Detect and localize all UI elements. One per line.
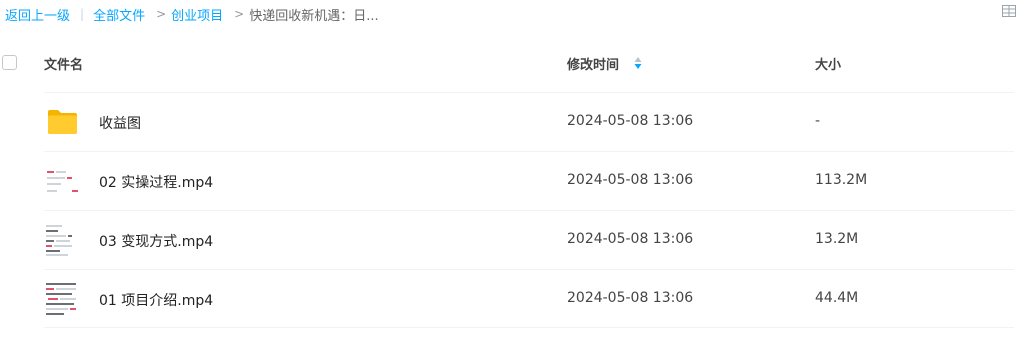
- column-header-time[interactable]: 修改时间: [567, 54, 619, 73]
- breadcrumb-current: 快递回收新机遇：日...: [249, 8, 379, 24]
- breadcrumb: 返回上一级 | 全部文件 > 创业项目 > 快递回收新机遇：日...: [5, 4, 379, 24]
- file-size: 44.4M: [815, 290, 859, 306]
- back-link[interactable]: 返回上一级: [5, 5, 70, 24]
- folder-icon: [48, 110, 77, 134]
- column-header-size: 大小: [815, 58, 842, 73]
- table-row[interactable]: 02 实操过程.mp4 2024-05-08 13:06 113.2M: [0, 152, 1024, 210]
- file-name[interactable]: 02 实操过程.mp4: [99, 172, 213, 192]
- file-size: 113.2M: [815, 172, 868, 188]
- video-thumbnail: [44, 221, 81, 258]
- file-browser: 返回上一级 | 全部文件 > 创业项目 > 快递回收新机遇：日... 文件名 修…: [0, 0, 1024, 342]
- breadcrumb-separator-icon: >: [156, 7, 167, 21]
- table-header: 文件名 修改时间 大小: [0, 40, 1024, 88]
- file-modified-time: 2024-05-08 13:06: [567, 113, 694, 129]
- file-size: -: [815, 113, 821, 129]
- table-row[interactable]: 01 项目介绍.mp4 2024-05-08 13:06 44.4M: [0, 270, 1024, 328]
- grid-view-icon[interactable]: [1002, 5, 1016, 17]
- divider: [44, 327, 1014, 328]
- file-size: 13.2M: [815, 231, 859, 247]
- file-name[interactable]: 01 项目介绍.mp4: [99, 290, 213, 310]
- breadcrumb-project[interactable]: 创业项目: [171, 5, 223, 24]
- file-name[interactable]: 03 变现方式.mp4: [99, 231, 213, 251]
- sort-icon[interactable]: [634, 56, 642, 70]
- table-row[interactable]: 03 变现方式.mp4 2024-05-08 13:06 13.2M: [0, 211, 1024, 269]
- breadcrumb-divider: |: [80, 7, 85, 21]
- column-header-name[interactable]: 文件名: [44, 54, 83, 73]
- file-modified-time: 2024-05-08 13:06: [567, 290, 694, 306]
- file-name[interactable]: 收益图: [99, 113, 141, 133]
- file-modified-time: 2024-05-08 13:06: [567, 231, 694, 247]
- breadcrumb-all-files[interactable]: 全部文件: [93, 5, 145, 24]
- table-row[interactable]: 收益图 2024-05-08 13:06 -: [0, 93, 1024, 151]
- select-all-checkbox[interactable]: [2, 55, 17, 70]
- file-modified-time: 2024-05-08 13:06: [567, 172, 694, 188]
- video-thumbnail: [44, 162, 81, 199]
- video-thumbnail: [44, 280, 81, 317]
- breadcrumb-separator-icon: >: [234, 7, 245, 21]
